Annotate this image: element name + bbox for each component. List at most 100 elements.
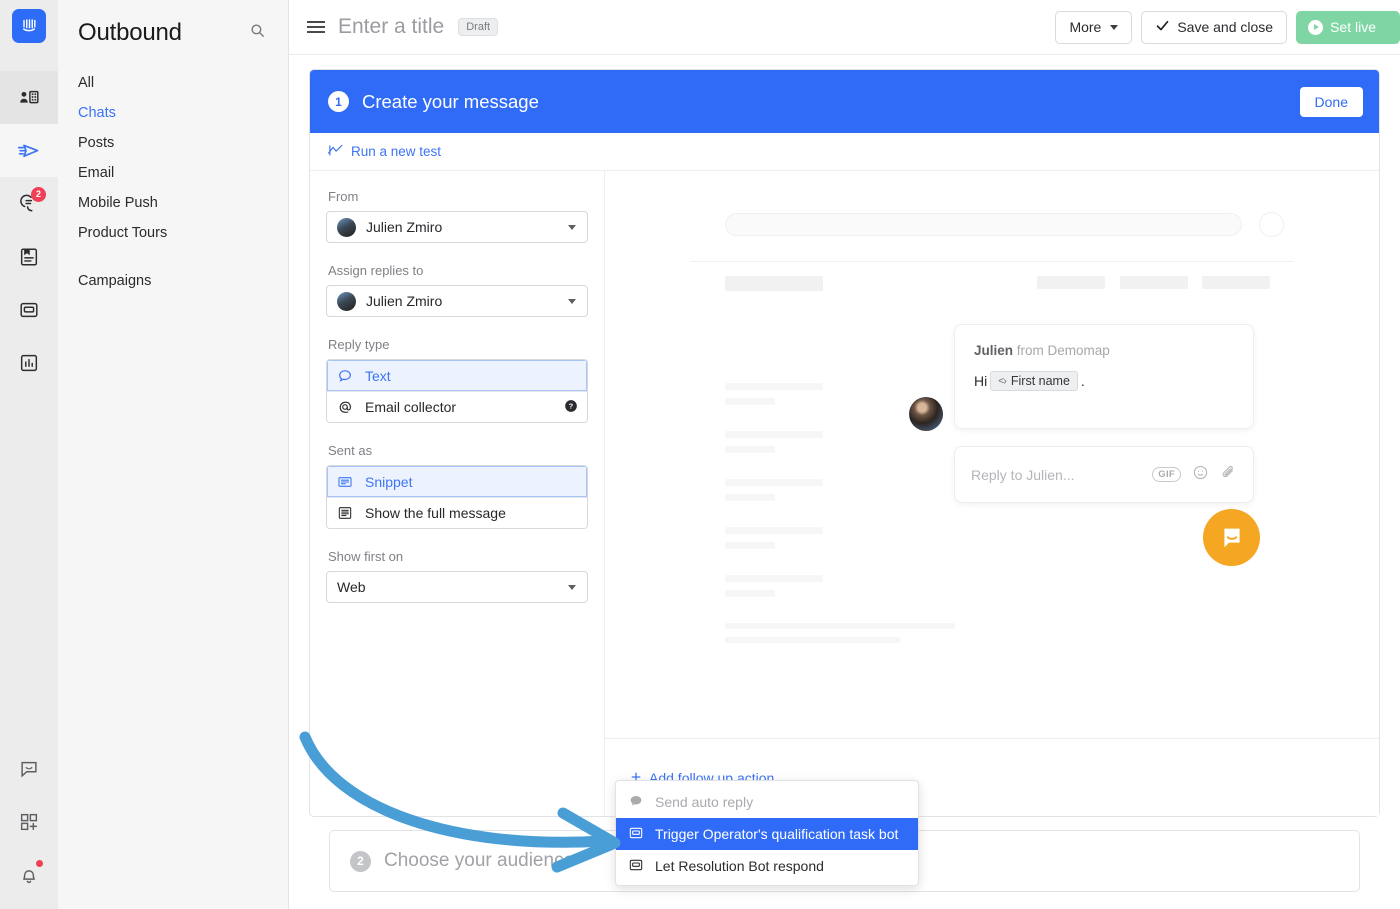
- dropdown-item-send-auto-reply-label: Send auto reply: [655, 794, 754, 810]
- rail-item-inbox[interactable]: 2: [0, 177, 58, 230]
- first-name-token[interactable]: <› First name: [990, 371, 1078, 391]
- assign-replies-select[interactable]: Julien Zmiro: [326, 285, 588, 317]
- emoji-icon[interactable]: [1192, 464, 1209, 486]
- search-icon[interactable]: [249, 22, 266, 44]
- help-circle-icon[interactable]: ?: [564, 399, 578, 416]
- preview-sender-suffix: from Demomap: [1016, 343, 1110, 358]
- chevron-down-icon: [568, 298, 576, 304]
- more-button-label: More: [1069, 19, 1102, 35]
- skeleton-block: [1202, 276, 1270, 289]
- top-toolbar: Enter a title Draft More Save and close: [289, 0, 1400, 55]
- attachment-paperclip-icon[interactable]: [1220, 464, 1237, 486]
- sent-as-options: Snippet Show the full message: [326, 465, 588, 529]
- rail-item-messenger[interactable]: [0, 283, 58, 336]
- task-bot-icon: [628, 825, 644, 844]
- skeleton-block: [1120, 276, 1188, 289]
- notification-dot-badge: [36, 860, 43, 867]
- gif-icon[interactable]: GIF: [1152, 467, 1181, 482]
- follow-up-action-dropdown: Send auto reply Trigger Operator's quali…: [615, 780, 919, 886]
- preview-reply-composer[interactable]: Reply to Julien... GIF: [954, 446, 1254, 503]
- first-name-token-label: First name: [1010, 374, 1070, 388]
- sent-as-option-full-message-label: Show the full message: [365, 505, 506, 521]
- sent-as-option-snippet[interactable]: Snippet: [327, 466, 587, 497]
- play-icon: [1308, 19, 1324, 35]
- skeleton-block: [725, 398, 775, 405]
- sidebar-item-posts[interactable]: Posts: [58, 128, 288, 158]
- rail-item-articles[interactable]: [0, 230, 58, 283]
- skeleton-block: [725, 479, 823, 486]
- step-1-number: 1: [328, 91, 349, 112]
- preview-divider: [690, 261, 1294, 262]
- dropdown-item-trigger-operator-task-bot-label: Trigger Operator's qualification task bo…: [655, 826, 899, 842]
- preview-reply-placeholder: Reply to Julien...: [971, 466, 1075, 483]
- toolbar-actions: More Save and close Set live: [1055, 10, 1400, 44]
- hamburger-menu-icon[interactable]: [307, 17, 325, 36]
- skeleton-block: [725, 590, 775, 597]
- rail-item-messenger-preview[interactable]: [0, 742, 58, 795]
- done-button[interactable]: Done: [1299, 86, 1363, 117]
- show-first-on-label: Show first on: [328, 549, 404, 564]
- sidebar-item-product-tours[interactable]: Product Tours: [58, 218, 288, 248]
- task-bot-icon: [628, 857, 644, 876]
- preview-composer-icons: GIF: [1152, 464, 1237, 486]
- skeleton-block: [725, 276, 823, 291]
- sidebar-item-campaigns[interactable]: Campaigns: [58, 266, 288, 296]
- rail-bottom-items: [0, 742, 58, 901]
- reply-type-option-text[interactable]: Text: [327, 360, 587, 391]
- preview-greeting: Hi: [974, 373, 988, 389]
- step-1-header: 1 Create your message Done: [310, 70, 1379, 133]
- check-icon: [1155, 18, 1170, 36]
- set-live-label: Set live: [1330, 19, 1376, 35]
- reply-type-option-email-collector-label: Email collector: [365, 399, 457, 415]
- sidebar-item-mobile-push[interactable]: Mobile Push: [58, 188, 288, 218]
- dropdown-item-let-resolution-bot-respond-label: Let Resolution Bot respond: [655, 858, 824, 874]
- dropdown-item-trigger-operator-task-bot[interactable]: Trigger Operator's qualification task bo…: [616, 818, 918, 850]
- message-title-input[interactable]: Enter a title: [338, 15, 444, 39]
- reply-type-option-email-collector[interactable]: Email collector ?: [327, 391, 587, 422]
- sidebar-item-all[interactable]: All: [58, 68, 288, 98]
- avatar: [909, 397, 943, 431]
- step-1-title: Create your message: [362, 90, 539, 112]
- code-brackets-icon: <›: [998, 375, 1007, 387]
- rail-item-notifications[interactable]: [0, 848, 58, 901]
- rail-item-outbound[interactable]: [0, 124, 58, 177]
- preview-avatar-circle: [1259, 212, 1284, 237]
- set-live-button[interactable]: Set live: [1296, 10, 1400, 44]
- skeleton-block: [725, 542, 775, 549]
- show-first-on-select[interactable]: Web: [326, 571, 588, 603]
- step-1-card: 1 Create your message Done Run a new tes…: [309, 69, 1380, 817]
- skeleton-block: [725, 446, 775, 453]
- message-settings-form: From Julien Zmiro Assign replies to Juli…: [310, 171, 605, 816]
- skeleton-block: [725, 494, 775, 501]
- more-button[interactable]: More: [1055, 10, 1133, 44]
- full-message-icon: [337, 505, 357, 521]
- intercom-launcher-icon[interactable]: [1203, 509, 1260, 566]
- preview-trailing: .: [1080, 373, 1085, 389]
- intercom-logo-icon[interactable]: [12, 9, 46, 43]
- sidebar-item-chats[interactable]: Chats: [58, 98, 288, 128]
- rail-item-app-store[interactable]: [0, 795, 58, 848]
- page-title: Outbound: [78, 19, 182, 46]
- run-a-new-test-link[interactable]: Run a new test: [328, 144, 441, 160]
- step-2-number: 2: [350, 850, 371, 872]
- preview-message-body: Hi <› First name .: [974, 371, 1234, 391]
- rail-item-reports[interactable]: [0, 336, 58, 389]
- chevron-down-icon: [1110, 24, 1119, 30]
- sent-as-option-full-message[interactable]: Show the full message: [327, 497, 587, 528]
- sidebar-item-email[interactable]: Email: [58, 158, 288, 188]
- sent-as-label: Sent as: [328, 443, 373, 458]
- from-select[interactable]: Julien Zmiro: [326, 211, 588, 243]
- save-and-close-button[interactable]: Save and close: [1141, 10, 1288, 44]
- at-sign-icon: [337, 399, 357, 415]
- rail-item-contacts[interactable]: [0, 71, 58, 124]
- secondary-sidebar: Outbound All Chats Posts Email Mobile Pu…: [58, 0, 289, 909]
- main-content: Enter a title Draft More Save and close: [289, 0, 1400, 909]
- editor-body: From Julien Zmiro Assign replies to Juli…: [310, 171, 1379, 816]
- preview-message-card: Julien from Demomap Hi <› First name .: [954, 324, 1254, 429]
- rail-items: 2: [0, 71, 58, 389]
- dropdown-item-let-resolution-bot-respond[interactable]: Let Resolution Bot respond: [616, 850, 918, 882]
- skeleton-block: [725, 527, 823, 534]
- svg-text:?: ?: [569, 401, 574, 410]
- sent-as-option-snippet-label: Snippet: [365, 473, 413, 490]
- assign-replies-label: Assign replies to: [328, 263, 424, 278]
